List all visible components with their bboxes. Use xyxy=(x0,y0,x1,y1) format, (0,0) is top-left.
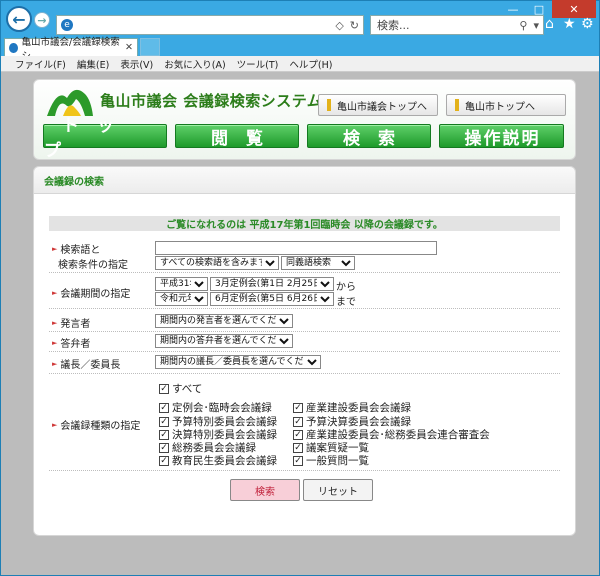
answerer-select[interactable]: 期間内の答弁者を選んでください xyxy=(155,334,293,348)
reset-button[interactable]: リセット xyxy=(303,479,373,501)
divider xyxy=(49,373,560,374)
type-label: ► 会議録種類の指定 xyxy=(52,417,141,433)
checkmark-icon: ✓ xyxy=(159,402,169,413)
keyword-input[interactable] xyxy=(155,241,437,255)
type-label-item: 一般質問一覧 xyxy=(306,455,369,467)
link-marker-icon xyxy=(327,99,331,111)
nav-browse[interactable]: 閲覧 xyxy=(175,124,299,149)
city-top-link[interactable]: 亀山市トップへ xyxy=(446,94,566,116)
chair-select[interactable]: 期間内の議長／委員長を選んでください xyxy=(155,355,321,369)
compat-icon[interactable]: ◇ xyxy=(335,19,343,32)
type-checkbox[interactable]: ✓ 一般質問一覧 xyxy=(293,454,369,467)
period-from-era-select[interactable]: 平成31年 xyxy=(155,277,208,291)
type-label-text: 会議録種類の指定 xyxy=(60,421,141,432)
menu-file[interactable]: ファイル(F) xyxy=(15,57,66,71)
ie-page-icon: e xyxy=(61,19,73,31)
checkmark-icon: ✓ xyxy=(159,429,169,440)
period-label-text: 会議期間の指定 xyxy=(60,289,131,300)
new-tab-button[interactable] xyxy=(140,38,160,56)
divider xyxy=(49,272,560,273)
type-label-item: 教育民生委員会会議録 xyxy=(172,455,277,467)
panel-title: 会議録の検索 xyxy=(33,166,576,194)
period-from-session-select[interactable]: 3月定例会(第1日 2月25日) xyxy=(210,277,334,291)
checkmark-icon: ✓ xyxy=(159,455,169,466)
bullet-icon: ► xyxy=(52,244,58,253)
tab-favicon-icon xyxy=(9,42,18,53)
divider xyxy=(49,470,560,471)
nav-search[interactable]: 検索 xyxy=(307,124,431,149)
checkmark-icon: ✓ xyxy=(293,455,303,466)
menu-edit[interactable]: 編集(E) xyxy=(77,57,109,71)
type-checkbox[interactable]: ✓ 定例会･臨時会会議録 xyxy=(159,401,272,414)
menu-bar: ファイル(F) 編集(E) 表示(V) お気に入り(A) ツール(T) ヘルプ(… xyxy=(1,56,599,72)
keyword-match-select[interactable]: 同義語検索 xyxy=(281,256,355,270)
type-label-item: 産業建設委員会会議録 xyxy=(306,402,411,414)
chair-label-text: 議長／委員長 xyxy=(60,360,121,371)
dropdown-icon[interactable]: ▾ xyxy=(533,19,539,32)
checkmark-icon: ✓ xyxy=(293,442,303,453)
bullet-icon: ► xyxy=(52,338,58,347)
back-button[interactable]: ← xyxy=(6,6,32,32)
speaker-label-text: 発言者 xyxy=(60,319,91,330)
council-top-link[interactable]: 亀山市議会トップへ xyxy=(318,94,438,116)
tab-close-icon[interactable]: ✕ xyxy=(125,42,137,53)
keyword-condition-label: 検索条件の指定 xyxy=(58,260,128,271)
settings-gear-icon[interactable]: ⚙ xyxy=(581,16,594,32)
period-to-suffix: まで xyxy=(336,297,356,308)
availability-notice: ご覧になれるのは 平成17年第1回臨時会 以降の会議録です。 xyxy=(49,216,560,231)
nav-help[interactable]: 操作説明 xyxy=(439,124,564,149)
type-all-label: すべて xyxy=(172,383,203,395)
minimize-button[interactable]: — xyxy=(500,0,526,18)
site-title: 亀山市議会 会議録検索システム xyxy=(100,92,323,110)
answerer-label-text: 答弁者 xyxy=(60,339,91,350)
checkmark-icon: ✓ xyxy=(159,442,169,453)
nav-top[interactable]: トップ xyxy=(43,116,167,161)
bullet-icon: ► xyxy=(52,318,58,327)
menu-favorites[interactable]: お気に入り(A) xyxy=(164,57,225,71)
forward-button[interactable]: → xyxy=(34,12,50,28)
menu-view[interactable]: 表示(V) xyxy=(120,57,153,71)
period-from-suffix: から xyxy=(336,282,356,293)
speaker-label: ► 発言者 xyxy=(52,315,91,331)
keyword-label: ► 検索語と xyxy=(52,241,101,257)
bullet-icon: ► xyxy=(52,420,58,429)
period-to-era-select[interactable]: 令和元年 xyxy=(155,292,208,306)
type-checkbox[interactable]: ✓ 産業建設委員会会議録 xyxy=(293,401,411,414)
type-checkbox[interactable]: ✓ 教育民生委員会会議録 xyxy=(159,454,277,467)
divider xyxy=(49,308,560,309)
city-top-link-label: 亀山市トップへ xyxy=(465,101,535,113)
browser-tab[interactable]: 亀山市議会/会議録検索シ... ✕ xyxy=(4,37,138,62)
council-top-link-label: 亀山市議会トップへ xyxy=(337,101,427,113)
answerer-label: ► 答弁者 xyxy=(52,335,91,351)
refresh-icon[interactable]: ↻ xyxy=(350,19,359,32)
checkmark-icon: ✓ xyxy=(159,416,169,427)
address-bar[interactable]: e ◇ ↻ xyxy=(56,15,364,35)
search-placeholder: 検索... xyxy=(377,19,410,32)
bullet-icon: ► xyxy=(52,359,58,368)
home-icon[interactable]: ⌂ xyxy=(545,16,554,32)
bullet-icon: ► xyxy=(52,288,58,297)
checkmark-icon: ✓ xyxy=(293,429,303,440)
keyword-mode-select[interactable]: すべての検索語を含みます xyxy=(155,256,279,270)
favorites-star-icon[interactable]: ★ xyxy=(563,16,576,32)
menu-help[interactable]: ヘルプ(H) xyxy=(289,57,332,71)
divider xyxy=(49,331,560,332)
chair-label: ► 議長／委員長 xyxy=(52,356,121,372)
period-to-session-select[interactable]: 6月定例会(第5日 6月26日) xyxy=(210,292,334,306)
keyword-label-text: 検索語と xyxy=(60,245,101,256)
period-label: ► 会議期間の指定 xyxy=(52,285,131,301)
search-icon[interactable]: ⚲ xyxy=(519,19,527,32)
type-all-checkbox[interactable]: ✓ すべて xyxy=(159,382,202,395)
checkmark-icon: ✓ xyxy=(159,383,169,394)
speaker-select[interactable]: 期間内の発言者を選んでください xyxy=(155,314,293,328)
link-marker-icon xyxy=(455,99,459,111)
search-box[interactable]: 検索... ⚲ ▾ xyxy=(370,15,544,35)
checkmark-icon: ✓ xyxy=(293,416,303,427)
checkmark-icon: ✓ xyxy=(293,402,303,413)
divider xyxy=(49,351,560,352)
search-button[interactable]: 検索 xyxy=(230,479,300,501)
menu-tools[interactable]: ツール(T) xyxy=(237,57,279,71)
type-label-item: 定例会･臨時会会議録 xyxy=(172,402,272,414)
